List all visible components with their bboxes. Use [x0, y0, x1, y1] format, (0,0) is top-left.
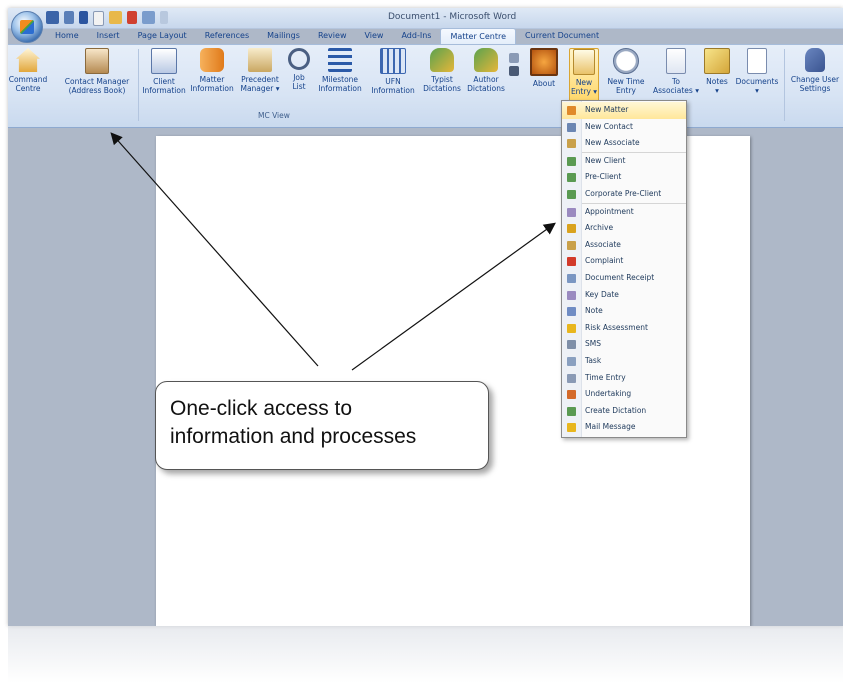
- menu-item-label: New Client: [585, 155, 626, 165]
- associate-icon: [567, 139, 576, 149]
- menu-item-label: Complaint: [585, 256, 624, 266]
- matter-icon: [567, 106, 576, 115]
- menu-item-key-date[interactable]: Key Date: [562, 287, 686, 304]
- menu-item-label: Archive: [585, 223, 614, 233]
- task-icon: [567, 356, 576, 366]
- menu-item-time-entry[interactable]: Time Entry: [562, 370, 686, 387]
- menu-item-label: Note: [585, 306, 603, 316]
- dictation-icon: [567, 406, 576, 416]
- menu-item-new-matter[interactable]: New Matter: [562, 102, 686, 119]
- menu-item-label: New Associate: [585, 138, 640, 148]
- menu-item-label: Create Dictation: [585, 405, 647, 415]
- menu-item-label: Risk Assessment: [585, 322, 648, 332]
- menu-item-new-contact[interactable]: New Contact: [562, 119, 686, 136]
- warning-icon: [567, 323, 576, 333]
- menu-item-risk-assessment[interactable]: Risk Assessment: [562, 320, 686, 337]
- calendar-key-icon: [567, 290, 576, 300]
- menu-item-label: SMS: [585, 339, 601, 349]
- office-button[interactable]: [11, 11, 43, 43]
- pre-client-icon: [567, 173, 576, 183]
- menu-item-label: New Contact: [585, 121, 633, 131]
- menu-item-corporate-pre-client[interactable]: Corporate Pre-Client: [562, 186, 686, 203]
- menu-item-sms[interactable]: SMS: [562, 336, 686, 353]
- menu-item-task[interactable]: Task: [562, 353, 686, 370]
- menu-item-label: Corporate Pre-Client: [585, 188, 662, 198]
- menu-item-mail-message[interactable]: Mail Message: [562, 419, 686, 436]
- menu-item-create-dictation[interactable]: Create Dictation: [562, 403, 686, 420]
- arrow-to-menu: [351, 222, 556, 371]
- menu-item-complaint[interactable]: Complaint: [562, 253, 686, 270]
- phone-icon: [567, 340, 576, 350]
- menu-item-document-receipt[interactable]: Document Receipt: [562, 270, 686, 287]
- menu-item-label: Key Date: [585, 289, 619, 299]
- menu-item-label: Document Receipt: [585, 272, 655, 282]
- menu-item-new-associate[interactable]: New Associate: [562, 135, 686, 152]
- menu-item-label: Mail Message: [585, 422, 636, 432]
- note-icon: [567, 307, 576, 317]
- annotation-arrows: [110, 132, 556, 371]
- callout-line-1: One-click access to: [170, 397, 353, 420]
- document-icon: [567, 273, 576, 283]
- menu-item-label: Time Entry: [585, 372, 626, 382]
- contact-card-icon: [567, 122, 576, 132]
- menu-item-label: Pre-Client: [585, 172, 622, 182]
- archive-icon: [567, 224, 576, 234]
- undertaking-icon: [567, 390, 576, 400]
- menu-item-pre-client[interactable]: Pre-Client: [562, 169, 686, 186]
- menu-item-label: Appointment: [585, 206, 634, 216]
- new-entry-menu: New Matter New Contact New Associate New Cl…: [561, 100, 687, 438]
- menu-item-label: Undertaking: [585, 389, 632, 399]
- office-logo-icon: [20, 20, 34, 34]
- menu-item-new-client[interactable]: New Client: [562, 153, 686, 170]
- menu-item-label: Associate: [585, 239, 621, 249]
- menu-item-archive[interactable]: Archive: [562, 220, 686, 237]
- menu-item-label: Task: [585, 355, 602, 365]
- menu-item-note[interactable]: Note: [562, 303, 686, 320]
- exclamation-icon: [567, 257, 576, 267]
- corporate-client-icon: [567, 189, 576, 199]
- menu-item-appointment[interactable]: Appointment: [562, 204, 686, 221]
- menu-item-label: New Matter: [585, 105, 629, 114]
- associate-icon: [567, 240, 576, 250]
- menu-item-undertaking[interactable]: Undertaking: [562, 386, 686, 403]
- clock-icon: [567, 373, 576, 383]
- mail-icon: [567, 423, 576, 433]
- client-icon: [567, 156, 576, 166]
- menu-item-associate[interactable]: Associate: [562, 237, 686, 254]
- arrow-to-ribbon: [110, 132, 319, 367]
- callout-line-2: information and processes: [170, 425, 417, 448]
- calendar-icon: [567, 207, 576, 217]
- callout-box: One-click access to information and proc…: [155, 381, 489, 470]
